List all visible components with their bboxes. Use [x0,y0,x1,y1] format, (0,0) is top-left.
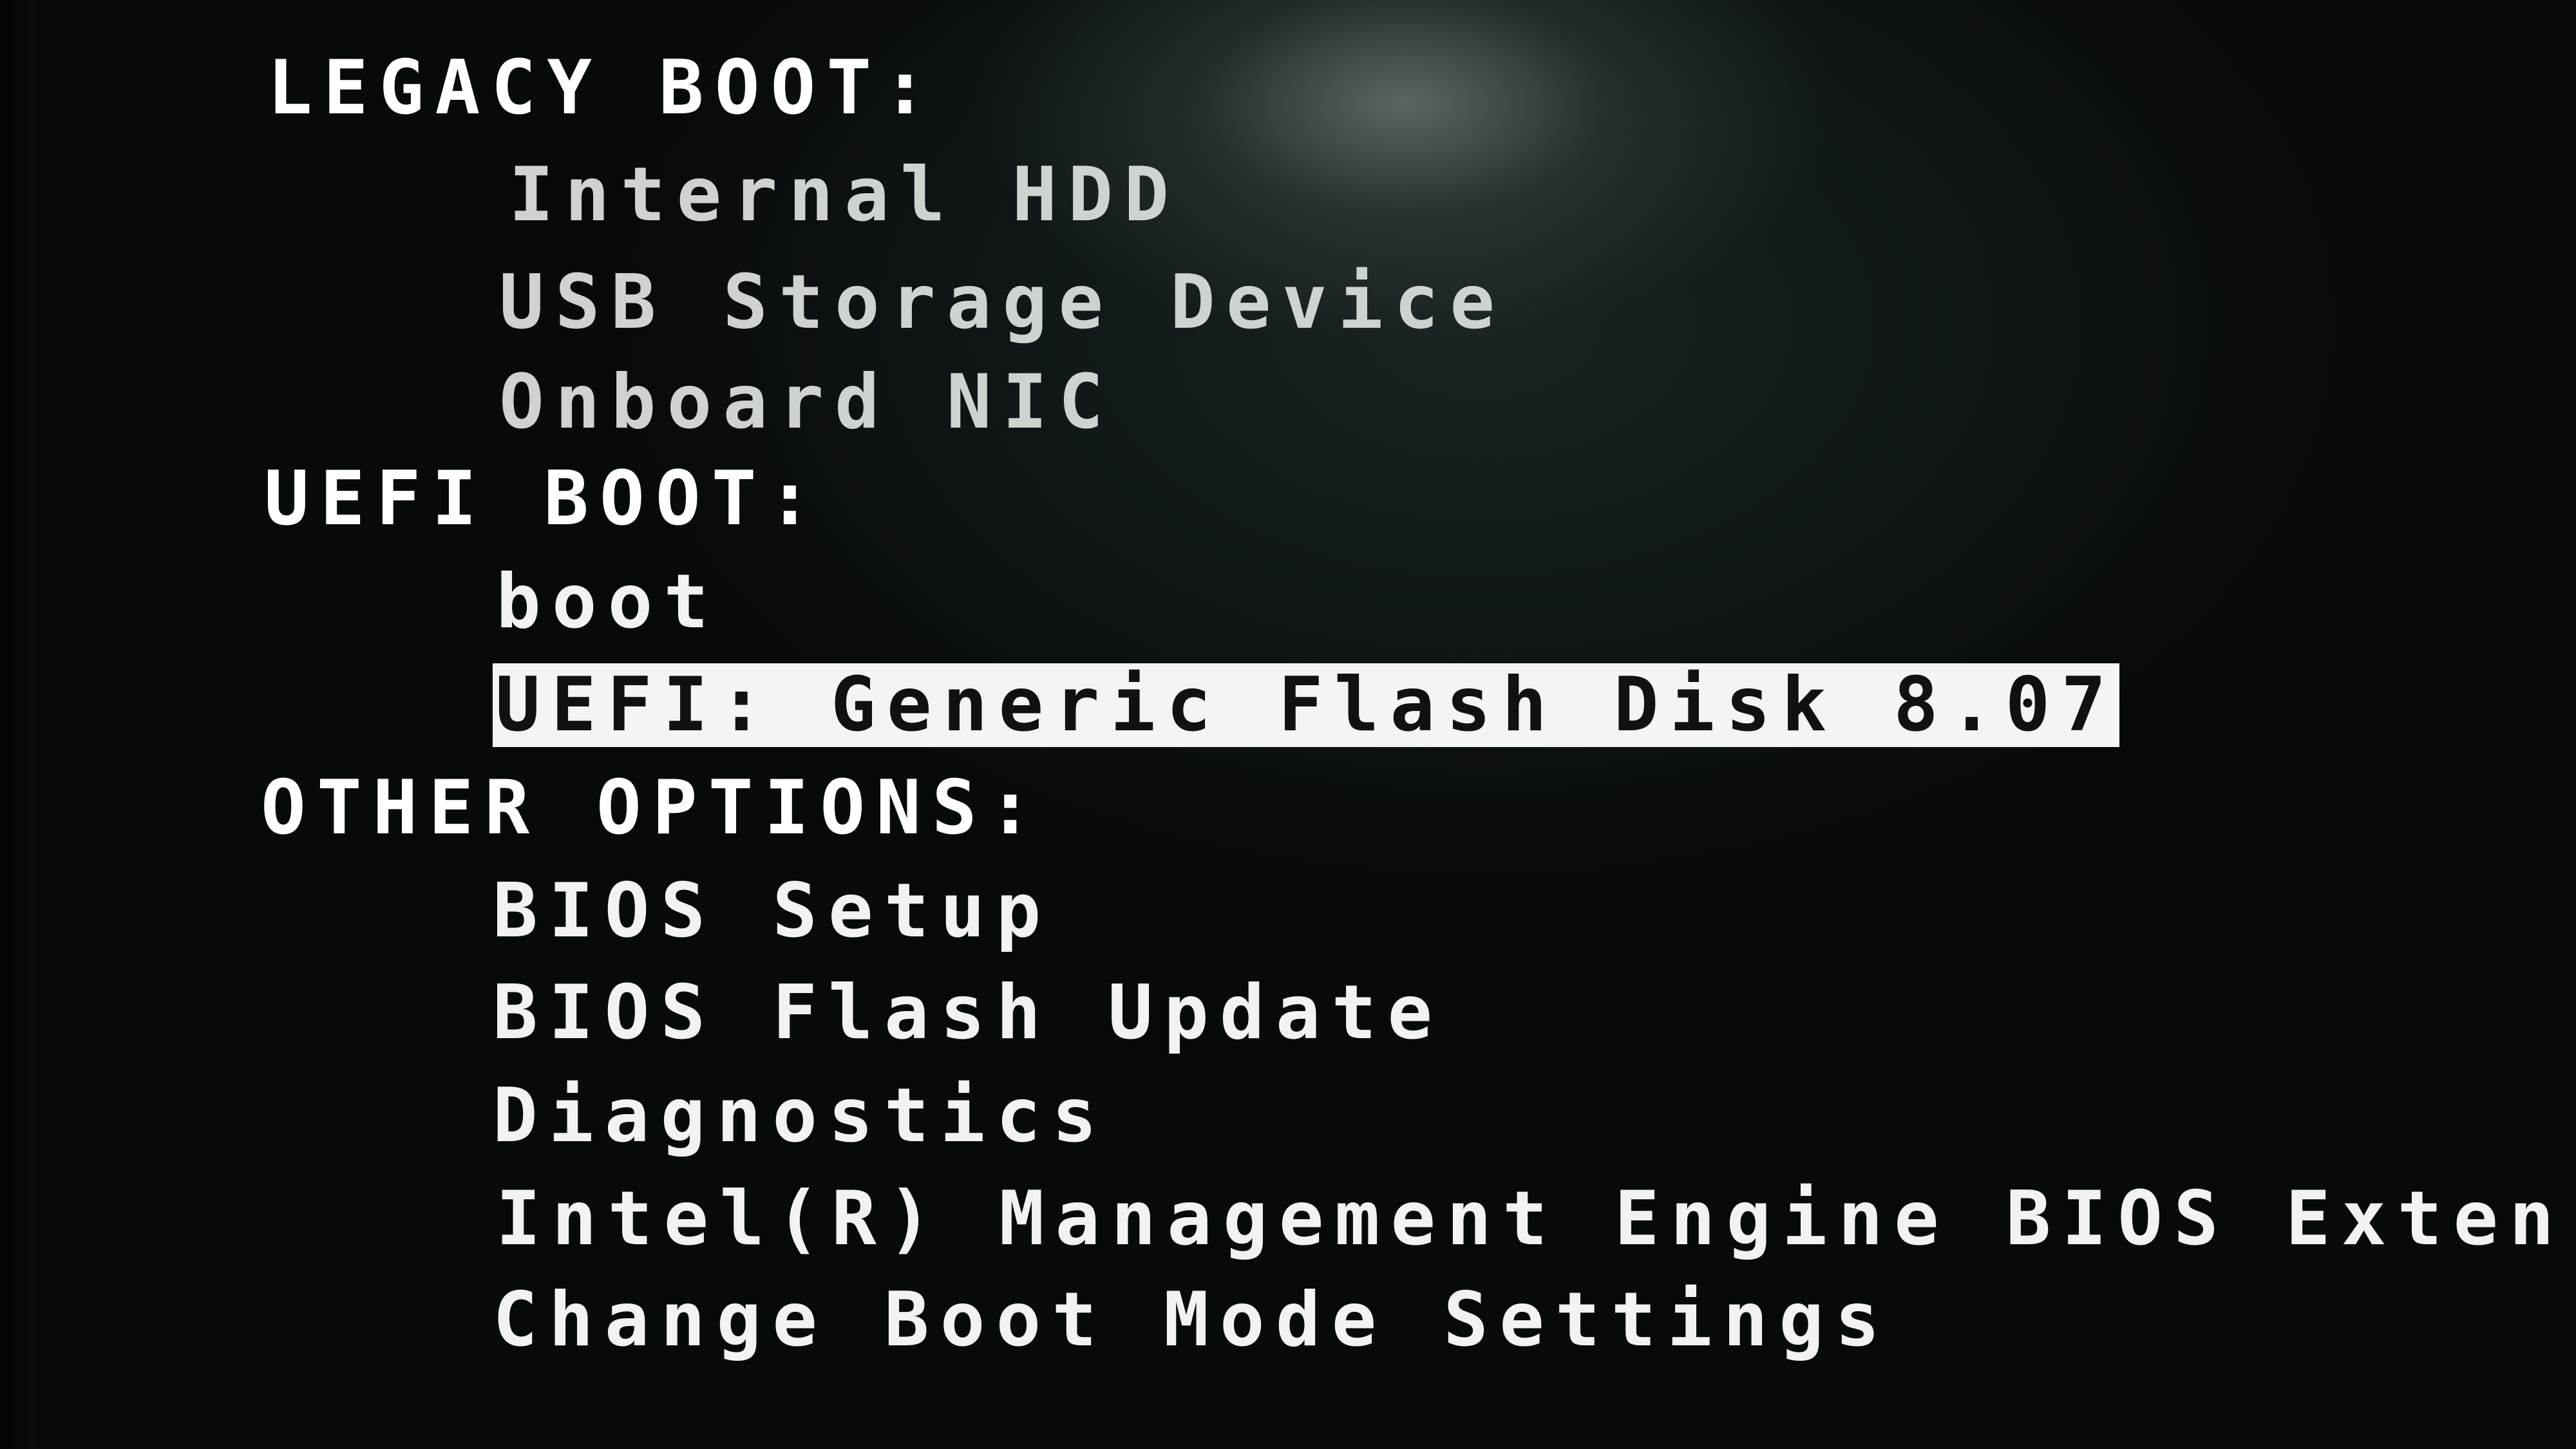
boot-option-internal-hdd[interactable]: Internal HDD [509,153,1180,237]
option-intel-management-engine-bios-extension[interactable]: Intel(R) Management Engine BIOS Exten [496,1177,2565,1261]
legacy-boot-header: LEGACY BOOT: [267,44,939,131]
uefi-boot-header: UEFI BOOT: [264,455,824,542]
boot-menu-screen: LEGACY BOOT: Internal HDD USB Storage De… [0,0,2576,1449]
monitor-bezel [0,0,45,1449]
option-diagnostics[interactable]: Diagnostics [493,1074,1108,1158]
option-bios-setup[interactable]: BIOS Setup [493,869,1052,953]
boot-option-onboard-nic[interactable]: Onboard NIC [499,361,1114,444]
boot-option-usb-storage-device[interactable]: USB Storage Device [499,261,1506,345]
boot-option-uefi-generic-flash-disk[interactable]: UEFI: Generic Flash Disk 8.07 [493,663,2120,747]
other-options-header: OTHER OPTIONS: [261,764,1044,851]
boot-option-boot[interactable]: boot [496,560,719,644]
option-bios-flash-update[interactable]: BIOS Flash Update [493,971,1443,1055]
option-change-boot-mode-settings[interactable]: Change Boot Mode Settings [493,1278,1891,1362]
